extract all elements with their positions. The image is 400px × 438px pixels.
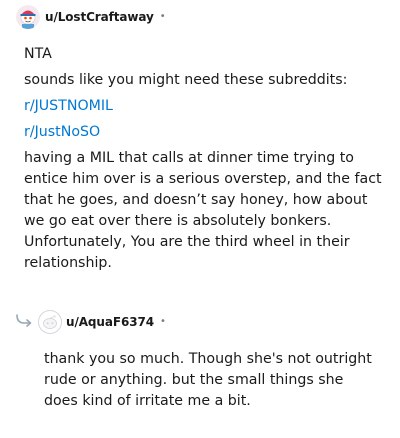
reply-username-link[interactable]: u/AquaF6374 [66,315,154,329]
comment-header: u/LostCraftaway • [16,5,166,29]
subreddit-link-justnomil[interactable]: r/JUSTNOMIL [24,96,384,117]
comment-intro: sounds like you might need these subredd… [24,72,348,88]
comment-verdict: NTA [24,46,52,62]
separator-dot: • [159,11,166,22]
reply-header: u/AquaF6374 • [66,310,166,334]
comment-paragraph: having a MIL that calls at dinner time t… [24,150,382,271]
reply-body: thank you so much. Though she's not outr… [44,349,374,412]
comment-thread: u/LostCraftaway • NTA sounds like you mi… [0,0,400,438]
bottom-fade [0,408,400,438]
subreddit-link-justnoso[interactable]: r/JustNoSO [24,122,384,143]
reddit-snoo-avatar-icon[interactable] [16,5,40,29]
comment-body: NTA sounds like you might need these sub… [24,44,384,279]
reply-arrow-icon [15,313,33,327]
separator-dot: • [159,316,166,327]
default-avatar-icon[interactable] [38,310,62,334]
username-link[interactable]: u/LostCraftaway [45,10,154,24]
reply-text: thank you so much. Though she's not outr… [44,351,372,409]
